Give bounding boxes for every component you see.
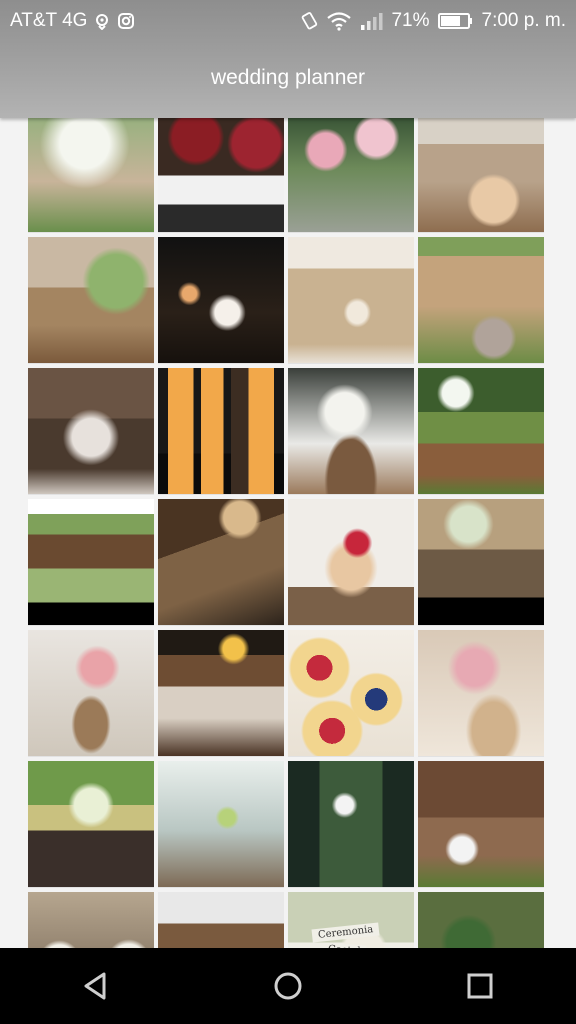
photo-image bbox=[288, 892, 414, 948]
status-bar: AT&T 4G 71% 7:00 p. m. bbox=[0, 0, 576, 42]
gallery-photo[interactable] bbox=[288, 630, 414, 757]
photo-image bbox=[158, 368, 284, 494]
photo-image bbox=[158, 499, 284, 625]
back-icon bbox=[84, 972, 106, 1000]
gallery-photo[interactable] bbox=[418, 118, 544, 233]
photo-image bbox=[288, 499, 414, 625]
home-icon bbox=[274, 972, 302, 1000]
photo-image bbox=[288, 237, 414, 363]
photo-image bbox=[418, 368, 544, 494]
recents-icon bbox=[467, 973, 493, 999]
gallery-photo[interactable] bbox=[158, 499, 284, 626]
photo-image bbox=[28, 630, 154, 756]
gallery-photo[interactable] bbox=[418, 237, 544, 364]
clock: 7:00 p. m. bbox=[481, 10, 567, 31]
navigation-bar bbox=[0, 948, 576, 1024]
app-title: wedding planner bbox=[210, 66, 366, 89]
battery-percent: 71% bbox=[391, 10, 430, 31]
photo-image bbox=[418, 892, 544, 948]
gallery-photo[interactable] bbox=[158, 892, 284, 948]
photo-image bbox=[158, 630, 284, 756]
battery-icon bbox=[437, 13, 472, 29]
gallery-photo[interactable] bbox=[28, 499, 154, 626]
gallery-photo[interactable] bbox=[418, 892, 544, 948]
carrier-label: AT&T 4G bbox=[10, 10, 88, 31]
gallery-photo[interactable] bbox=[28, 368, 154, 495]
photo-image bbox=[28, 892, 154, 948]
photo-image bbox=[288, 368, 414, 494]
gallery-photo[interactable] bbox=[28, 237, 154, 364]
photo-image bbox=[158, 761, 284, 887]
photo-image bbox=[288, 118, 414, 232]
gallery-photo[interactable] bbox=[28, 761, 154, 888]
gallery-photo[interactable] bbox=[288, 499, 414, 626]
top-bar: AT&T 4G 71% 7:00 p. m. wedding planner bbox=[0, 0, 576, 118]
photo-image bbox=[288, 761, 414, 887]
photo-image bbox=[28, 237, 154, 363]
photo-image bbox=[158, 118, 284, 232]
wifi-icon bbox=[327, 12, 352, 31]
gallery-photo[interactable] bbox=[158, 237, 284, 364]
gallery-photo[interactable] bbox=[418, 368, 544, 495]
photo-image bbox=[158, 237, 284, 363]
photo-image bbox=[28, 499, 154, 625]
photo-grid: CeremoniaCoctel bbox=[28, 118, 550, 948]
gallery-photo[interactable] bbox=[418, 630, 544, 757]
gallery-photo[interactable] bbox=[418, 761, 544, 888]
photo-image bbox=[28, 368, 154, 494]
location-icon bbox=[96, 14, 109, 30]
photo-image bbox=[158, 892, 284, 948]
gallery-photo[interactable] bbox=[158, 368, 284, 495]
photo-image bbox=[288, 630, 414, 756]
gallery-photo[interactable] bbox=[28, 630, 154, 757]
vibrate-icon bbox=[302, 12, 318, 30]
photo-image bbox=[28, 118, 154, 232]
gallery-photo[interactable] bbox=[418, 499, 544, 626]
gallery-photo[interactable]: CeremoniaCoctel bbox=[288, 892, 414, 948]
photo-image bbox=[28, 761, 154, 887]
photo-image bbox=[418, 237, 544, 363]
gallery-photo[interactable] bbox=[288, 368, 414, 495]
photo-image bbox=[418, 118, 544, 232]
gallery-photo[interactable] bbox=[288, 118, 414, 233]
signal-icon bbox=[361, 13, 383, 30]
gallery-photo[interactable] bbox=[288, 237, 414, 364]
photo-image bbox=[418, 761, 544, 887]
gallery-photo[interactable] bbox=[158, 118, 284, 233]
gallery-photo[interactable] bbox=[28, 118, 154, 233]
gallery-photo[interactable] bbox=[28, 892, 154, 948]
gallery-photo[interactable] bbox=[158, 630, 284, 757]
photo-gallery[interactable]: CeremoniaCoctel bbox=[0, 118, 576, 948]
photo-image bbox=[418, 499, 544, 625]
recents-button[interactable] bbox=[448, 954, 512, 1018]
home-button[interactable] bbox=[256, 954, 320, 1018]
back-button[interactable] bbox=[64, 954, 128, 1018]
gallery-photo[interactable] bbox=[288, 761, 414, 888]
gallery-photo[interactable] bbox=[158, 761, 284, 888]
photo-image bbox=[418, 630, 544, 756]
instagram-icon bbox=[118, 13, 135, 29]
